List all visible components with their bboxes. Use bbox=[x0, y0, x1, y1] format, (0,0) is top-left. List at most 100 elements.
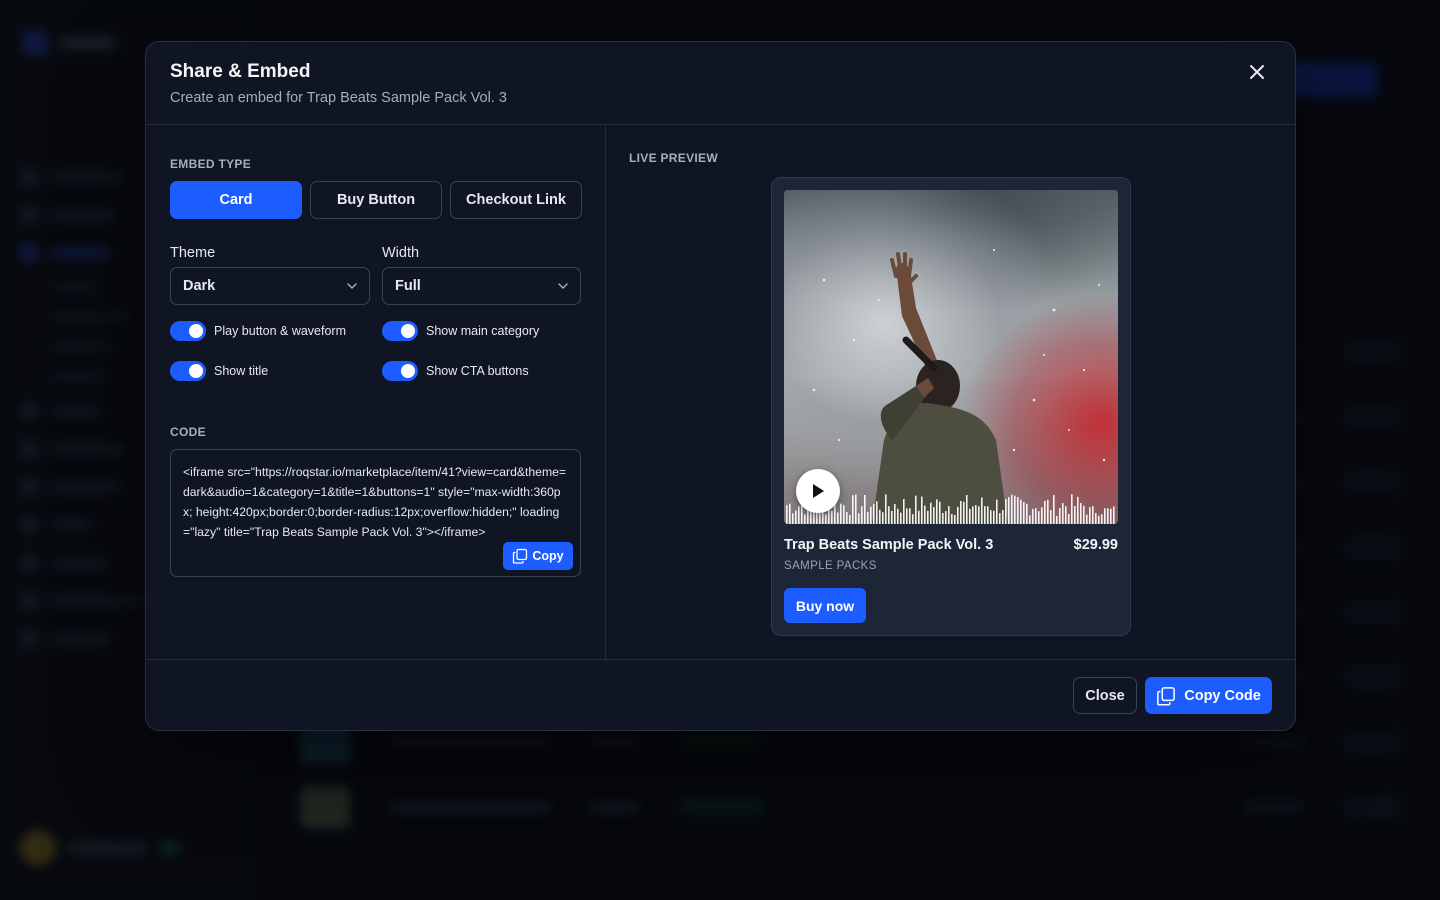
waveform-bar bbox=[1098, 515, 1100, 524]
waveform-bar bbox=[876, 501, 878, 524]
copy-code-button[interactable]: Copy Code bbox=[1145, 677, 1272, 714]
waveform-bar bbox=[945, 511, 947, 524]
performer-image bbox=[812, 249, 1106, 524]
waveform-bar bbox=[897, 508, 899, 524]
theme-value: Dark bbox=[183, 278, 216, 294]
modal-subtitle: Create an embed for Trap Beats Sample Pa… bbox=[170, 90, 507, 106]
waveform-bar bbox=[837, 512, 839, 524]
show-title-switch[interactable] bbox=[170, 361, 206, 381]
embed-type-buy-button-button[interactable]: Buy Button bbox=[310, 181, 442, 219]
preview-product-price: $29.99 bbox=[1073, 537, 1118, 553]
toggle-label: Play button & waveform bbox=[214, 324, 347, 338]
waveform-bar bbox=[1110, 508, 1112, 524]
embed-type-checkout-link-button[interactable]: Checkout Link bbox=[450, 181, 582, 219]
waveform-bar bbox=[939, 501, 941, 524]
waveform-bar bbox=[1014, 495, 1016, 524]
waveform-bar bbox=[1035, 508, 1037, 524]
chevron-down-icon bbox=[558, 283, 568, 289]
waveform-bar bbox=[843, 505, 845, 524]
waveform-bar bbox=[1113, 506, 1115, 524]
waveform-bar bbox=[918, 510, 920, 524]
waveform-bar bbox=[798, 506, 800, 524]
waveform-bar bbox=[1023, 501, 1025, 524]
waveform-bar bbox=[1062, 503, 1064, 524]
preview-product-title: Trap Beats Sample Pack Vol. 3 bbox=[784, 537, 994, 553]
toggle-show-main-category[interactable]: Show main category bbox=[382, 321, 539, 341]
waveform-bar bbox=[978, 506, 980, 524]
waveform-bar bbox=[1026, 503, 1028, 524]
waveform-bar bbox=[1080, 503, 1082, 524]
waveform-bar bbox=[795, 510, 797, 524]
waveform-bar bbox=[1005, 499, 1007, 524]
share-embed-modal: Share & Embed Create an embed for Trap B… bbox=[145, 41, 1296, 731]
waveform-bar bbox=[825, 514, 827, 524]
waveform-bar bbox=[996, 499, 998, 524]
waveform-bar bbox=[867, 511, 869, 524]
waveform-bar bbox=[1056, 515, 1058, 524]
waveform-bar bbox=[879, 509, 881, 524]
waveform-bar bbox=[1038, 511, 1040, 524]
waveform-bar bbox=[894, 503, 896, 524]
live-preview-pane: LIVE PREVIEW Trap Beats Sample Pack Vol.… bbox=[606, 125, 1295, 661]
waveform-bar bbox=[840, 503, 842, 524]
live-preview-label: LIVE PREVIEW bbox=[629, 151, 718, 165]
waveform-bar bbox=[831, 510, 833, 524]
waveform-bar bbox=[1086, 514, 1088, 524]
waveform-bar bbox=[966, 494, 968, 524]
waveform-bar bbox=[1068, 514, 1070, 524]
width-label: Width bbox=[382, 245, 420, 261]
waveform-bar bbox=[912, 514, 914, 524]
show-cta-buttons-switch[interactable] bbox=[382, 361, 418, 381]
waveform-bar bbox=[870, 506, 872, 524]
play-button-waveform-switch[interactable] bbox=[170, 321, 206, 341]
embed-type-selector: Card Buy Button Checkout Link bbox=[170, 181, 582, 219]
waveform-bar bbox=[969, 508, 971, 524]
waveform-bar bbox=[792, 513, 794, 524]
waveform-bar bbox=[1071, 494, 1073, 524]
width-value: Full bbox=[395, 278, 421, 294]
waveform-bar bbox=[891, 510, 893, 524]
copy-code-label: Copy Code bbox=[1184, 687, 1261, 704]
waveform-bar bbox=[984, 506, 986, 524]
waveform-bar bbox=[903, 498, 905, 524]
waveform-bar bbox=[954, 514, 956, 524]
waveform-bar bbox=[849, 514, 851, 524]
modal-header: Share & Embed Create an embed for Trap B… bbox=[146, 42, 1295, 125]
play-button[interactable] bbox=[796, 469, 840, 513]
close-icon[interactable] bbox=[1245, 60, 1269, 84]
waveform-bar bbox=[1041, 507, 1043, 524]
waveform-bar bbox=[999, 513, 1001, 524]
toggle-play-button-waveform[interactable]: Play button & waveform bbox=[170, 321, 346, 341]
waveform-bar bbox=[1074, 505, 1076, 524]
toggle-label: Show main category bbox=[426, 324, 540, 338]
waveform-bar bbox=[1089, 507, 1091, 524]
waveform-bar bbox=[972, 506, 974, 524]
buy-now-button[interactable]: Buy now bbox=[784, 588, 866, 623]
close-button[interactable]: Close bbox=[1073, 677, 1137, 714]
copy-icon bbox=[513, 548, 528, 564]
waveform-bar bbox=[858, 513, 860, 524]
theme-select[interactable]: Dark bbox=[170, 267, 370, 305]
waveform-bar bbox=[873, 503, 875, 524]
waveform-bar bbox=[915, 495, 917, 524]
copy-snippet-button[interactable]: Copy bbox=[503, 542, 573, 570]
waveform-bar bbox=[927, 510, 929, 524]
waveform-bar bbox=[1077, 496, 1079, 524]
waveform-bar bbox=[1065, 506, 1067, 524]
waveform-bar bbox=[1017, 497, 1019, 524]
waveform-bar bbox=[1044, 500, 1046, 524]
waveform-bar bbox=[804, 514, 806, 524]
waveform-bar bbox=[861, 506, 863, 524]
width-select[interactable]: Full bbox=[382, 267, 581, 305]
waveform-bar bbox=[1101, 514, 1103, 524]
show-main-category-switch[interactable] bbox=[382, 321, 418, 341]
copy-icon bbox=[1157, 686, 1176, 705]
waveform-bar bbox=[990, 510, 992, 524]
waveform-bar bbox=[957, 506, 959, 524]
embed-type-card-button[interactable]: Card bbox=[170, 181, 302, 219]
waveform-bar bbox=[882, 512, 884, 524]
waveform-bar bbox=[1002, 510, 1004, 524]
toggle-show-title[interactable]: Show title bbox=[170, 361, 268, 381]
toggle-show-cta-buttons[interactable]: Show CTA buttons bbox=[382, 361, 529, 381]
preview-card: Trap Beats Sample Pack Vol. 3 $29.99 SAM… bbox=[771, 177, 1131, 636]
